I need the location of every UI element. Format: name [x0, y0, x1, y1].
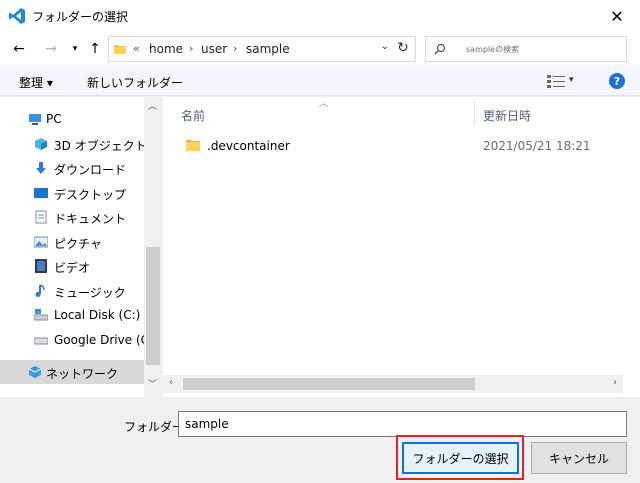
view-options-icon[interactable]: [547, 74, 565, 88]
file-row[interactable]: .devcontainer 2021/05/21 18:21: [181, 135, 621, 157]
up-button[interactable]: ↑: [84, 39, 106, 59]
recent-locations-button[interactable]: ▾: [64, 39, 86, 59]
chevron-right-icon: ›: [233, 42, 238, 55]
desktop-icon: [34, 188, 48, 198]
nav-label: ダウンロード: [54, 163, 127, 177]
nav-scrollbar[interactable]: ︿ ﹀: [144, 97, 162, 397]
sort-ascending-icon: ︿: [319, 99, 329, 109]
nav-item-videos[interactable]: ビデオ: [0, 254, 144, 278]
nav-item-3d-objects[interactable]: 3D オブジェクト: [0, 132, 147, 156]
overflow-chevron[interactable]: «: [133, 42, 140, 55]
nav-item-pc[interactable]: PC: [0, 107, 144, 131]
search-placeholder: sampleの検索: [466, 45, 520, 54]
refresh-button[interactable]: ↻: [392, 36, 414, 60]
help-icon: ?: [613, 74, 621, 88]
forward-button[interactable]: →: [40, 39, 62, 59]
nav-label: ドキュメント: [54, 212, 127, 226]
scroll-up-icon[interactable]: ︿: [148, 99, 157, 112]
music-icon: [35, 284, 45, 297]
column-header-name[interactable]: 名前: [181, 107, 205, 124]
nav-item-network[interactable]: ネットワーク: [0, 360, 144, 384]
select-folder-button[interactable]: フォルダーの選択: [402, 442, 519, 474]
drive-icon: [34, 309, 48, 321]
nav-item-pictures[interactable]: ピクチャ: [0, 230, 144, 254]
close-icon: ✕: [610, 6, 624, 26]
network-icon: [28, 366, 42, 378]
arrow-up-icon: ↑: [89, 41, 101, 57]
arrow-left-icon: ←: [13, 41, 25, 57]
vscode-icon: [9, 8, 25, 24]
arrow-right-icon: →: [45, 41, 57, 57]
column-divider[interactable]: [474, 99, 475, 125]
scroll-right-icon[interactable]: ›: [613, 377, 617, 388]
breadcrumb-user[interactable]: user: [201, 42, 227, 56]
back-button[interactable]: ←: [8, 39, 30, 59]
nav-label: Google Drive (G:: [54, 333, 154, 347]
pictures-icon: [34, 236, 48, 248]
column-header-date[interactable]: 更新日時: [483, 107, 531, 124]
nav-item-desktop[interactable]: デスクトップ: [0, 181, 144, 205]
scroll-left-icon[interactable]: ‹: [169, 377, 173, 388]
horizontal-scroll-thumb[interactable]: [183, 378, 475, 390]
nav-item-music[interactable]: ミュージック: [0, 279, 144, 303]
search-icon: [434, 43, 446, 55]
title-bar: フォルダーの選択 ✕: [0, 0, 640, 32]
nav-label: Local Disk (C:): [54, 308, 141, 322]
folder-name-value: sample: [185, 417, 229, 431]
video-icon: [35, 259, 47, 273]
drive-icon: [34, 337, 48, 345]
folder-icon: [114, 45, 126, 54]
download-icon: [36, 162, 46, 174]
breadcrumb-home[interactable]: home: [149, 42, 183, 56]
address-bar[interactable]: « home › user › sample ⌄: [108, 36, 416, 62]
close-button[interactable]: ✕: [594, 0, 640, 32]
navigation-pane: PC 3D オブジェクト ダウンロード デスクトップ ドキュメント ピクチャ ビ…: [0, 97, 162, 397]
nav-label: ピクチャ: [54, 237, 102, 251]
file-name: .devcontainer: [207, 139, 290, 153]
nav-item-google-drive[interactable]: Google Drive (G:: [0, 328, 154, 352]
command-toolbar: 整理 ▾ 新しいフォルダー ▾ ?: [0, 66, 640, 96]
nav-label: デスクトップ: [54, 188, 127, 202]
organize-menu[interactable]: 整理 ▾: [19, 74, 53, 91]
chevron-right-icon: ›: [189, 42, 194, 55]
window-title: フォルダーの選択: [32, 10, 129, 24]
pc-icon: [29, 114, 41, 125]
nav-label: ビデオ: [54, 261, 91, 275]
document-icon: [35, 210, 47, 224]
nav-scroll-thumb[interactable]: [146, 247, 160, 365]
new-folder-button[interactable]: 新しいフォルダー: [87, 74, 183, 91]
help-button[interactable]: ?: [609, 73, 625, 89]
folder-name-field[interactable]: sample: [178, 411, 627, 437]
file-vertical-scrollbar[interactable]: [623, 97, 640, 393]
view-dropdown-icon[interactable]: ▾: [569, 75, 574, 85]
folder-icon: [186, 140, 200, 151]
refresh-icon: ↻: [397, 40, 409, 56]
cancel-button[interactable]: キャンセル: [531, 442, 627, 474]
nav-label: 3D オブジェクト: [54, 139, 147, 153]
nav-item-downloads[interactable]: ダウンロード: [0, 156, 144, 180]
file-date: 2021/05/21 18:21: [483, 139, 591, 153]
nav-label: PC: [46, 112, 62, 126]
search-input[interactable]: sampleの検索: [425, 36, 627, 62]
nav-item-documents[interactable]: ドキュメント: [0, 205, 144, 229]
chevron-down-icon: ▾: [72, 44, 78, 54]
address-dropdown-icon[interactable]: ⌄: [381, 41, 389, 52]
3d-objects-icon: [35, 138, 47, 150]
file-list: ︿ 名前 更新日時 .devcontainer 2021/05/21 18:21: [163, 97, 640, 397]
breadcrumb-sample[interactable]: sample: [246, 42, 290, 56]
nav-item-local-disk[interactable]: Local Disk (C:): [0, 303, 144, 327]
scroll-down-icon[interactable]: ﹀: [148, 377, 157, 390]
file-horizontal-scrollbar[interactable]: ‹ ›: [163, 375, 623, 393]
nav-label: ネットワーク: [46, 367, 119, 381]
nav-label: ミュージック: [54, 286, 126, 300]
